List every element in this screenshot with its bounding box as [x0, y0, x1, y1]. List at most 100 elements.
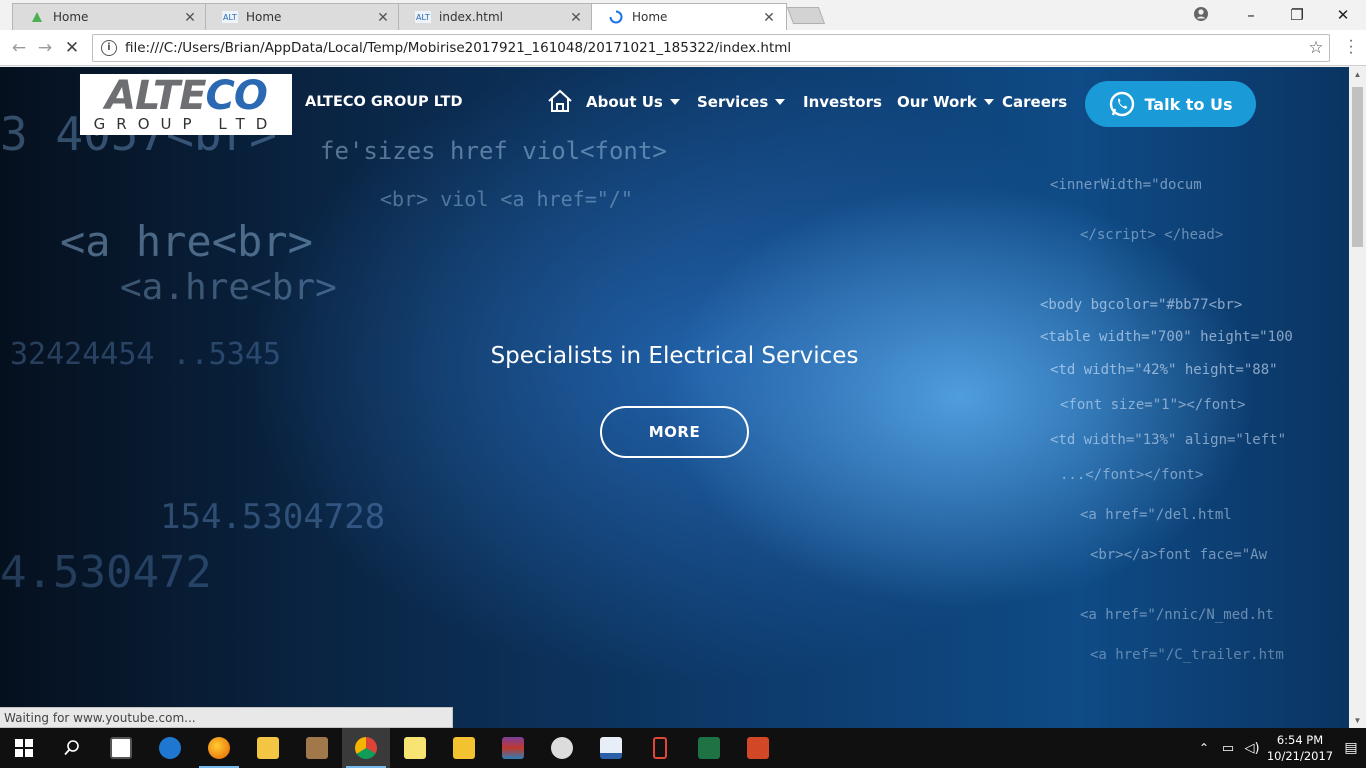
- url-text[interactable]: file:///C:/Users/Brian/AppData/Local/Tem…: [125, 40, 1303, 56]
- start-button[interactable]: [0, 728, 48, 768]
- browser-tab[interactable]: ALT index.html ✕: [398, 3, 594, 30]
- taskbar-outlook[interactable]: [440, 728, 488, 768]
- nav-our-work[interactable]: Our Work: [897, 93, 994, 111]
- tab-strip: Home ✕ ALT Home ✕ ALT index.html ✕ Home …: [0, 0, 1366, 30]
- windows-taskbar: ⌃ ▭ ◁) 6:54 PM 10/21/2017 ▤: [0, 728, 1366, 768]
- system-tray: ⌃ ▭ ◁) 6:54 PM 10/21/2017 ▤: [1192, 728, 1366, 768]
- taskbar-store[interactable]: [97, 728, 145, 768]
- volume-icon[interactable]: ◁): [1240, 741, 1264, 756]
- page-viewport: 3 4057<br> <a hre<br> <a.hre<br> 3242445…: [0, 67, 1349, 728]
- mobile-icon: [653, 737, 667, 759]
- talk-to-us-button[interactable]: Talk to Us: [1085, 81, 1256, 127]
- chrome-icon: [355, 737, 377, 759]
- windows-logo-icon: [15, 739, 33, 757]
- hero-title: Specialists in Electrical Services: [490, 343, 859, 369]
- tab-title: index.html: [439, 10, 503, 24]
- clock-date: 10/21/2017: [1266, 749, 1334, 763]
- stop-loading-icon[interactable]: ✕: [61, 37, 83, 59]
- taskbar-paint[interactable]: [538, 728, 586, 768]
- window-close-icon[interactable]: ✕: [1320, 6, 1366, 24]
- bookmark-star-icon[interactable]: ☆: [1303, 38, 1329, 58]
- excel-icon: [698, 737, 720, 759]
- winrar-icon: [502, 737, 524, 759]
- taskbar-powerpoint[interactable]: [734, 728, 782, 768]
- folder-icon: [257, 737, 279, 759]
- clock-time: 6:54 PM: [1276, 733, 1324, 747]
- nav-label: Investors: [803, 93, 882, 111]
- taskbar-chrome[interactable]: [342, 728, 390, 768]
- more-button[interactable]: MORE: [600, 406, 749, 458]
- edge-icon: [159, 737, 181, 759]
- forward-arrow-icon[interactable]: →: [34, 37, 56, 59]
- info-icon[interactable]: i: [101, 40, 117, 56]
- outlook-icon: [453, 737, 475, 759]
- profile-icon[interactable]: [1192, 5, 1210, 23]
- talk-to-us-label: Talk to Us: [1144, 94, 1233, 114]
- nav-label: About Us: [586, 93, 663, 111]
- chevron-down-icon: [983, 99, 994, 105]
- nav-investors[interactable]: Investors: [803, 93, 882, 111]
- alteco-favicon-icon: ALT: [222, 9, 238, 25]
- taskbar-file-explorer[interactable]: [244, 728, 292, 768]
- store-icon: [110, 737, 132, 759]
- notifications-icon[interactable]: ▤: [1336, 740, 1366, 756]
- nav-about-us[interactable]: About Us: [586, 93, 680, 111]
- chevron-down-icon: [669, 99, 680, 105]
- site-logo[interactable]: ALTECO GROUP LTD: [80, 74, 292, 135]
- status-bar: Waiting for www.youtube.com...: [0, 707, 453, 728]
- firefox-icon: [208, 737, 230, 759]
- taskbar-firefox[interactable]: [195, 728, 243, 768]
- chevron-up-icon[interactable]: ⌃: [1192, 741, 1216, 755]
- loading-spinner-icon: [608, 9, 624, 25]
- taskbar-pdf-tool[interactable]: [587, 728, 635, 768]
- alteco-favicon-icon: ALT: [415, 9, 431, 25]
- taskbar-edge[interactable]: [146, 728, 194, 768]
- scroll-down-icon[interactable]: ▼: [1349, 716, 1366, 725]
- site-favicon-icon: [29, 9, 45, 25]
- restore-icon[interactable]: ❐: [1274, 6, 1320, 24]
- nav-careers[interactable]: Careers: [1002, 93, 1067, 111]
- nav-label: Careers: [1002, 93, 1068, 111]
- photo-icon: [306, 737, 328, 759]
- new-tab-button[interactable]: [786, 7, 826, 24]
- nav-label: Our Work: [897, 93, 977, 111]
- chevron-down-icon: [775, 99, 786, 105]
- taskbar-photo-app[interactable]: [293, 728, 341, 768]
- window-controls: – ❐ ✕: [1228, 0, 1366, 30]
- taskbar-excel[interactable]: [685, 728, 733, 768]
- close-icon[interactable]: ✕: [569, 9, 583, 26]
- taskbar-sticky-notes[interactable]: [391, 728, 439, 768]
- taskbar-mobile-tool[interactable]: [636, 728, 684, 768]
- brand-name[interactable]: ALTECO GROUP LTD: [305, 94, 462, 110]
- scroll-up-icon[interactable]: ▲: [1349, 70, 1366, 79]
- nav-services[interactable]: Services: [697, 93, 786, 111]
- browser-tab[interactable]: ALT Home ✕: [205, 3, 401, 30]
- sticky-notes-icon: [404, 737, 426, 759]
- browser-tab-active[interactable]: Home ✕: [591, 3, 787, 30]
- clock[interactable]: 6:54 PM 10/21/2017: [1264, 732, 1336, 764]
- tab-title: Home: [246, 10, 282, 24]
- svg-text:ALT: ALT: [223, 13, 237, 22]
- scrollbar-thumb[interactable]: [1352, 87, 1363, 247]
- browser-menu-icon[interactable]: · · ·: [1342, 33, 1360, 61]
- tab-title: Home: [632, 10, 668, 24]
- whatsapp-icon: [1110, 91, 1135, 117]
- tab-title: Home: [53, 10, 89, 24]
- taskbar-winrar[interactable]: [489, 728, 537, 768]
- close-icon[interactable]: ✕: [762, 9, 776, 26]
- paint-icon: [551, 737, 573, 759]
- powerpoint-icon: [747, 737, 769, 759]
- close-icon[interactable]: ✕: [183, 9, 197, 26]
- browser-tab[interactable]: Home ✕: [12, 3, 208, 30]
- network-icon[interactable]: ▭: [1216, 741, 1240, 756]
- close-icon[interactable]: ✕: [376, 9, 390, 26]
- home-icon[interactable]: [547, 89, 573, 113]
- search-button[interactable]: [48, 728, 96, 768]
- page-scrollbar[interactable]: ▲ ▼: [1349, 67, 1366, 728]
- minimize-icon[interactable]: –: [1228, 6, 1274, 24]
- address-bar[interactable]: i file:///C:/Users/Brian/AppData/Local/T…: [92, 34, 1330, 62]
- search-icon: [64, 740, 79, 756]
- svg-text:ALT: ALT: [416, 13, 430, 22]
- nav-label: Services: [697, 93, 769, 111]
- back-arrow-icon[interactable]: ←: [8, 37, 30, 59]
